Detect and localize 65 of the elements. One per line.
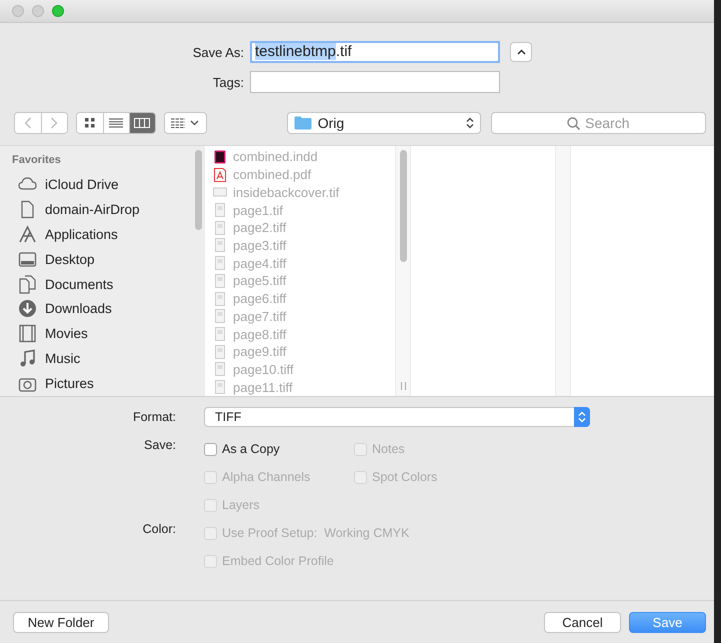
field-label: Tags:: [212, 74, 244, 90]
sidebar-item[interactable]: iCloud Drive: [12, 172, 191, 197]
search-field[interactable]: Search: [490, 112, 706, 134]
scrollbar[interactable]: [194, 150, 202, 230]
page-icon: [213, 238, 227, 252]
zoom-button[interactable]: [52, 5, 64, 17]
option-label: Color:: [142, 521, 176, 538]
sidebar-item[interactable]: Desktop: [12, 246, 191, 272]
arrange-icon: [171, 118, 200, 128]
indd-icon: [213, 150, 227, 164]
page-icon: [213, 309, 227, 324]
save-button[interactable]: Save: [629, 612, 706, 632]
forward-button[interactable]: [40, 113, 67, 133]
sidebar-item[interactable]: Downloads: [12, 296, 191, 322]
apps-icon: [18, 224, 37, 244]
film-icon: [18, 324, 37, 344]
sidebar-item[interactable]: Documents: [12, 272, 191, 296]
collapse-button[interactable]: [510, 42, 532, 62]
music-icon: [18, 349, 37, 368]
page-icon: [213, 344, 227, 359]
grid-icon: [84, 118, 95, 128]
tags-field[interactable]: [250, 71, 500, 93]
resize-handle[interactable]: [400, 382, 406, 390]
sidebar-item[interactable]: domain-AirDrop: [12, 196, 191, 222]
page-icon: [213, 327, 227, 342]
forward-icon: [50, 117, 58, 129]
list-icon: [109, 118, 124, 128]
columns-icon: [134, 118, 150, 128]
search-icon: [567, 116, 580, 130]
column-view-button[interactable]: [128, 113, 155, 133]
documents-icon: [18, 274, 37, 294]
page-icon: [213, 220, 227, 235]
page-icon: [213, 203, 227, 218]
minimize-button[interactable]: [32, 5, 44, 17]
page-icon: [213, 380, 227, 394]
page-icon: [213, 292, 227, 306]
sidebar-item[interactable]: Music: [12, 346, 191, 372]
stepper-icon: [466, 117, 474, 129]
desktop-icon: [18, 250, 37, 269]
new-folder-button[interactable]: New Folder: [13, 612, 109, 632]
section-heading: Favorites: [12, 154, 62, 166]
option-label: Save:: [143, 437, 176, 454]
checkbox[interactable]: As a Copy: [204, 442, 354, 456]
close-button[interactable]: [12, 5, 24, 17]
caret-icon: [516, 49, 526, 55]
option-label: Format:: [132, 409, 176, 426]
scrollbar[interactable]: [400, 150, 406, 262]
stepper-icon: [578, 411, 586, 423]
page-icon: [213, 362, 227, 376]
back-icon: [24, 117, 32, 129]
folder-icon: [294, 116, 312, 130]
sidebar-item[interactable]: Movies: [12, 321, 191, 346]
format-popup[interactable]: TIFF: [204, 407, 590, 427]
download-icon: [18, 299, 37, 318]
sidebar-item[interactable]: Applications: [12, 222, 191, 247]
pdf-icon: [213, 168, 227, 182]
cancel-button[interactable]: Cancel: [544, 612, 621, 632]
sidebar-item[interactable]: Pictures: [12, 371, 191, 396]
checkbox-box[interactable]: [204, 442, 217, 456]
page-icon: [213, 256, 227, 270]
page-icon: [213, 274, 227, 288]
filename-field[interactable]: testlinebtmp.tif: [250, 41, 500, 63]
field-label: Save As:: [192, 44, 244, 60]
image-icon: [213, 185, 227, 200]
location-popup[interactable]: Orig: [286, 112, 481, 134]
